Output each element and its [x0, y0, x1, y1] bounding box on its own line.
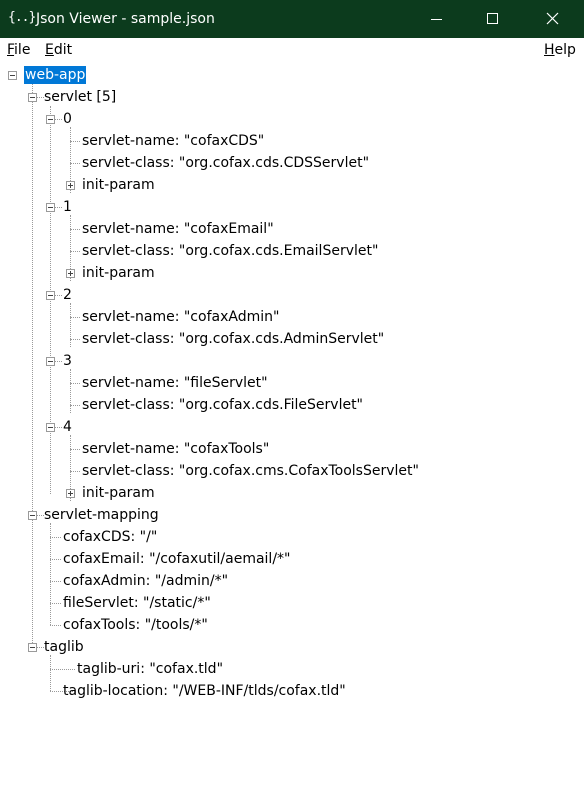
menu-help-mnemonic: H — [544, 42, 555, 58]
json-tree-view[interactable]: web-app servlet [5] 0 servlet-name: "cof… — [0, 62, 584, 792]
menu-file-label: ile — [14, 42, 31, 58]
maximize-icon — [487, 13, 498, 24]
tree-node-leaf[interactable]: taglib-location: "/WEB-INF/tlds/cofax.tl… — [62, 682, 347, 700]
window-title: Json Viewer - sample.json — [36, 11, 215, 27]
tree-guide-line — [50, 625, 61, 626]
tree-node-servlet-mapping[interactable]: servlet-mapping — [43, 506, 160, 524]
tree-node-leaf[interactable]: servlet-class: "org.cofax.cds.FileServle… — [81, 396, 364, 414]
tree-node-leaf[interactable]: cofaxAdmin: "/admin/*" — [62, 572, 229, 590]
tree-node-leaf[interactable]: servlet-name: "fileServlet" — [81, 374, 269, 392]
tree-node-servlet-index[interactable]: 4 — [62, 418, 73, 436]
tree-guide-line — [70, 405, 80, 406]
menu-bar: File Edit Help — [0, 38, 584, 62]
tree-guide-line — [70, 229, 80, 230]
tree-node-leaf[interactable]: servlet-class: "org.cofax.cms.CofaxTools… — [81, 462, 420, 480]
tree-node-servlet-index[interactable]: 2 — [62, 286, 73, 304]
tree-guide-line — [70, 383, 80, 384]
close-icon — [546, 12, 559, 25]
tree-node-init-param[interactable]: init-param — [81, 264, 156, 282]
tree-node-taglib[interactable]: taglib — [43, 638, 85, 656]
collapse-taglib-toggle[interactable] — [28, 643, 37, 652]
tree-guide-line — [70, 471, 80, 472]
tree-node-leaf[interactable]: servlet-class: "org.cofax.cds.CDSServlet… — [81, 154, 370, 172]
collapse-servlet-0-toggle[interactable] — [46, 115, 55, 124]
tree-guide-line — [70, 251, 80, 252]
menu-file[interactable]: File — [7, 42, 30, 58]
minimize-button[interactable] — [414, 0, 460, 38]
tree-guide-line — [50, 559, 61, 560]
expand-init-param-1-toggle[interactable] — [66, 269, 75, 278]
tree-guide-line — [70, 163, 80, 164]
collapse-servlet-toggle[interactable] — [28, 93, 37, 102]
collapse-servlet-mapping-toggle[interactable] — [28, 511, 37, 520]
tree-guide-line — [70, 303, 71, 347]
title-bar: {..} Json Viewer - sample.json — [0, 0, 584, 38]
tree-node-leaf[interactable]: cofaxTools: "/tools/*" — [62, 616, 209, 634]
tree-node-root[interactable]: web-app — [24, 66, 87, 84]
tree-node-servlet-index[interactable]: 0 — [62, 110, 73, 128]
tree-guide-line — [70, 449, 80, 450]
tree-node-servlet[interactable]: servlet [5] — [43, 88, 117, 106]
menu-edit-label: dit — [53, 42, 73, 58]
tree-guide-line — [50, 603, 61, 604]
minimize-icon — [431, 19, 442, 20]
tree-guide-line — [55, 361, 62, 362]
tree-guide-line — [70, 317, 80, 318]
tree-guide-line — [55, 207, 62, 208]
json-app-icon: {..} — [8, 10, 36, 25]
menu-edit-mnemonic: E — [45, 42, 54, 58]
collapse-web-app-toggle[interactable] — [8, 71, 17, 80]
tree-guide-line — [55, 295, 62, 296]
tree-node-leaf[interactable]: servlet-name: "cofaxTools" — [81, 440, 270, 458]
tree-node-leaf[interactable]: fileServlet: "/static/*" — [62, 594, 212, 612]
tree-node-servlet-index[interactable]: 1 — [62, 198, 73, 216]
tree-node-servlet-index[interactable]: 3 — [62, 352, 73, 370]
tree-guide-line — [50, 537, 61, 538]
collapse-servlet-3-toggle[interactable] — [46, 357, 55, 366]
collapse-servlet-2-toggle[interactable] — [46, 291, 55, 300]
tree-node-leaf[interactable]: servlet-name: "cofaxCDS" — [81, 132, 265, 150]
tree-node-init-param[interactable]: init-param — [81, 484, 156, 502]
tree-guide-line — [55, 119, 62, 120]
expand-init-param-0-toggle[interactable] — [66, 181, 75, 190]
tree-node-leaf[interactable]: servlet-name: "cofaxEmail" — [81, 220, 275, 238]
tree-guide-line — [50, 106, 51, 494]
tree-node-leaf[interactable]: servlet-class: "org.cofax.cds.AdminServl… — [81, 330, 385, 348]
tree-node-leaf[interactable]: taglib-uri: "cofax.tld" — [76, 660, 224, 678]
menu-help[interactable]: Help — [544, 42, 576, 58]
close-button[interactable] — [530, 0, 576, 38]
menu-help-label: elp — [554, 42, 576, 58]
collapse-servlet-4-toggle[interactable] — [46, 423, 55, 432]
expand-init-param-4-toggle[interactable] — [66, 489, 75, 498]
maximize-button[interactable] — [470, 0, 516, 38]
tree-guide-line — [70, 369, 71, 413]
tree-guide-line — [55, 427, 62, 428]
tree-guide-line — [50, 655, 51, 691]
tree-node-leaf[interactable]: servlet-class: "org.cofax.cds.EmailServl… — [81, 242, 379, 260]
tree-guide-line — [50, 669, 75, 670]
tree-guide-line — [70, 141, 80, 142]
collapse-servlet-1-toggle[interactable] — [46, 203, 55, 212]
tree-guide-line — [32, 79, 33, 649]
tree-node-leaf[interactable]: servlet-name: "cofaxAdmin" — [81, 308, 280, 326]
tree-guide-line — [50, 581, 61, 582]
tree-guide-line — [50, 523, 51, 625]
menu-file-mnemonic: F — [7, 42, 15, 58]
tree-node-leaf[interactable]: cofaxCDS: "/" — [62, 528, 158, 546]
menu-edit[interactable]: Edit — [45, 42, 72, 58]
tree-guide-line — [70, 339, 80, 340]
tree-node-init-param[interactable]: init-param — [81, 176, 156, 194]
tree-node-leaf[interactable]: cofaxEmail: "/cofaxutil/aemail/*" — [62, 550, 291, 568]
